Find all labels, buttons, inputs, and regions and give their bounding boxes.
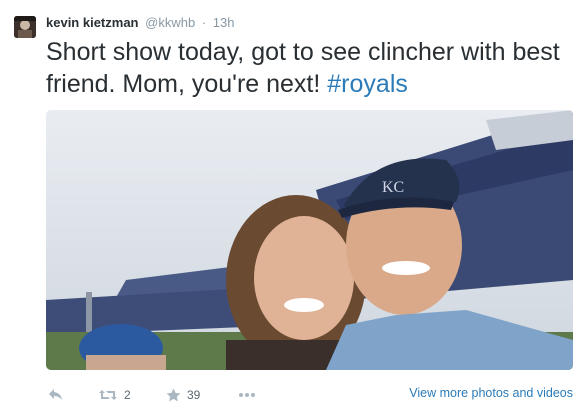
separator-dot: · [201,15,207,30]
tweet-text-body: Short show today, got to see clincher wi… [46,38,560,98]
reply-icon [48,388,64,402]
tweet-text: Short show today, got to see clincher wi… [46,36,566,100]
tweet-actions: 2 39 View more photos and videos [46,384,573,406]
view-more-link[interactable]: View more photos and videos [409,386,573,400]
more-icon [238,392,256,398]
tweet: kevin kietzman @kkwhb · 13h Short show t… [0,0,588,418]
tweet-header: kevin kietzman @kkwhb · 13h [46,14,234,32]
avatar[interactable] [14,16,36,38]
favorite-button[interactable]: 39 [166,384,200,406]
retweet-icon [98,388,118,402]
favorite-count: 39 [187,388,201,402]
hashtag-link[interactable]: #royals [327,70,408,98]
timestamp[interactable]: 13h [213,15,235,30]
svg-text:KC: KC [382,179,404,196]
retweet-button[interactable]: 2 [98,384,131,406]
more-button[interactable] [238,384,256,406]
author-name[interactable]: kevin kietzman [46,15,139,30]
star-icon [166,388,181,402]
tweet-photo[interactable]: KC [46,110,573,370]
reply-button[interactable] [48,384,64,406]
author-handle[interactable]: @kkwhb [145,15,195,30]
retweet-count: 2 [124,388,131,402]
